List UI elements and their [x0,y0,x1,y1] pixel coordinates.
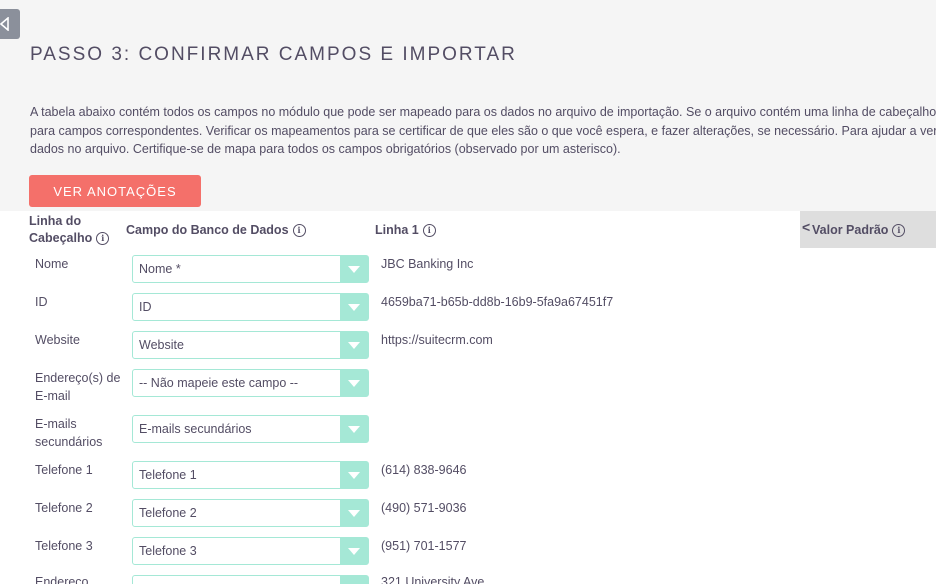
description-line: dados no arquivo. Certifique-se de mapa … [30,142,621,156]
select-value: Telefone 2 [139,506,197,520]
collapse-left-icon [0,17,10,31]
header-row-label: Telefone 3 [35,539,93,553]
row1-value: (490) 571-9036 [381,501,467,515]
header-label: Linha 1 [375,223,419,237]
select-value: Website [139,338,184,352]
select-value: Nome * [139,262,181,276]
row1-value: 321 University Ave. [381,575,488,584]
field-mapping-table: Linha do Cabeçalho i Campo do Banco de Da… [0,211,936,584]
collapse-left-icon[interactable]: < [802,219,810,235]
page-description: A tabela abaixo contém todos os campos n… [30,103,936,159]
table-row: ID ID 4659ba71-b65b-dd8b-16b9-5fa9a67451… [0,293,800,331]
chevron-down-icon[interactable] [340,538,368,564]
db-field-select[interactable]: Telefone 2 [132,499,369,527]
chevron-down-icon[interactable] [340,416,368,442]
default-value-column-header[interactable]: < Valor Padrão i [800,211,936,248]
row1-value: 4659ba71-b65b-dd8b-16b9-5fa9a67451f7 [381,295,614,309]
db-field-select[interactable]: Telefone 3 [132,537,369,565]
header-row-label: E-mails secundários [35,417,103,449]
chevron-down-icon[interactable] [340,576,368,584]
db-field-select[interactable]: Website [132,331,369,359]
header-row-label: ID [35,295,48,309]
table-row: E-mails secundários E-mails secundários [0,415,800,461]
db-field-column-header: Campo do Banco de Dados i [126,222,306,239]
description-line: A tabela abaixo contém todos os campos n… [30,105,936,119]
db-field-select[interactable]: Nome * [132,255,369,283]
header-row-label: Telefone 1 [35,463,93,477]
select-value: -- Não mapeie este campo -- [139,376,299,390]
row1-value: JBC Banking Inc [381,257,474,271]
chevron-down-icon[interactable] [340,256,368,282]
chevron-down-icon[interactable] [340,462,368,488]
chevron-down-icon[interactable] [340,370,368,396]
description-line: para campos correspondentes. Verificar o… [30,123,936,138]
chevron-down-icon[interactable] [340,500,368,526]
chevron-down-icon[interactable] [340,332,368,358]
chevron-down-icon[interactable] [340,294,368,320]
row1-value: (614) 838-9646 [381,463,467,477]
info-icon[interactable]: i [292,224,306,238]
info-icon[interactable]: i [892,224,906,238]
info-icon[interactable]: i [96,232,110,246]
view-notes-button[interactable]: VER ANOTAÇÕES [29,175,201,207]
info-icon[interactable]: i [422,224,436,238]
header-label: Valor Padrão [812,223,889,237]
table-row: Telefone 2 Telefone 2 (490) 571-9036 [0,499,800,537]
header-label: Linha do [29,214,82,228]
select-value: ID [139,300,152,314]
page-title: PASSO 3: CONFIRMAR CAMPOS E IMPORTAR [30,44,517,65]
db-field-select[interactable]: -- Não mapeie este campo -- [132,369,369,397]
row1-value: (951) 701-1577 [381,539,467,553]
db-field-select[interactable]: Telefone 1 [132,461,369,489]
db-field-select[interactable] [132,575,369,584]
table-row: Telefone 1 Telefone 1 (614) 838-9646 [0,461,800,499]
sidebar-collapse-button[interactable] [0,9,20,39]
header-row-label: Nome [35,257,69,271]
header-row-label: Telefone 2 [35,501,93,515]
header-label: Campo do Banco de Dados [126,223,289,237]
select-value: Telefone 1 [139,468,197,482]
select-value: Telefone 3 [139,544,197,558]
db-field-select[interactable]: E-mails secundários [132,415,369,443]
header-row-label: Website [35,333,80,347]
table-row: Telefone 3 Telefone 3 (951) 701-1577 [0,537,800,575]
header-row-column-header: Linha do Cabeçalho i [29,213,110,247]
table-row: Website Website https://suitecrm.com [0,331,800,369]
table-row: Nome Nome * JBC Banking Inc [0,255,800,293]
header-row-label: Endereço(s) de E-mail [35,371,121,403]
header-row-label: Endereço [35,575,89,584]
table-row: Endereço 321 University Ave. [0,573,800,584]
select-value: E-mails secundários [139,422,252,436]
table-row: Endereço(s) de E-mail -- Não mapeie este… [0,369,800,415]
header-label: Cabeçalho [29,231,93,245]
db-field-select[interactable]: ID [132,293,369,321]
row1-value: https://suitecrm.com [381,333,493,347]
row1-column-header: Linha 1i [375,222,436,239]
